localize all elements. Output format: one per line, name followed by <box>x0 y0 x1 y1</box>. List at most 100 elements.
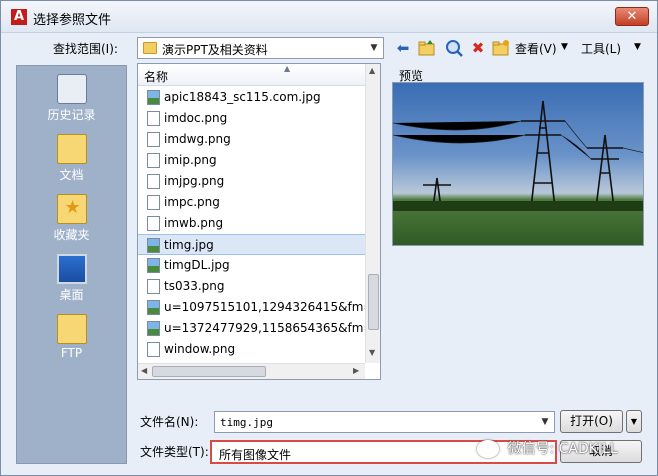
place-ftp[interactable]: FTP <box>17 314 126 360</box>
place-history[interactable]: 历史记录 <box>17 74 126 123</box>
history-icon <box>56 74 87 104</box>
file-row[interactable]: apic18843_sc115.com.jpg <box>138 87 365 108</box>
look-in-value: 演示PPT及相关资料 <box>162 43 268 57</box>
look-in-label: 查找范围(I): <box>53 42 118 56</box>
file-row[interactable]: imdwg.png <box>138 129 365 150</box>
new-folder-icon[interactable] <box>491 38 511 58</box>
horizontal-scrollbar[interactable]: ◀ ▶ <box>138 363 365 379</box>
image-file-icon <box>147 321 160 336</box>
scroll-down-icon[interactable]: ▼ <box>369 348 375 357</box>
file-row[interactable]: imjpg.png <box>138 171 365 192</box>
name-column-header[interactable]: 名称 ▲ <box>138 64 365 86</box>
file-name: timg.jpg <box>164 238 214 252</box>
look-in-dropdown[interactable]: 演示PPT及相关资料 ▼ <box>137 37 384 59</box>
file-name: imdwg.png <box>164 132 231 146</box>
file-row[interactable]: window.png <box>138 339 365 360</box>
filetype-label: 文件类型(T): <box>140 445 209 459</box>
place-label: FTP <box>60 346 83 360</box>
file-icon <box>147 174 160 189</box>
filename-value: timg.jpg <box>220 416 273 429</box>
open-button[interactable]: 打开(O) <box>560 410 623 433</box>
file-name: window.png <box>164 342 236 356</box>
file-row[interactable]: timg.jpg <box>138 234 365 255</box>
file-name: impc.png <box>164 195 220 209</box>
view-dropdown-icon[interactable]: ▼ <box>561 42 568 52</box>
delete-icon[interactable]: ✖ <box>468 38 488 58</box>
chevron-down-icon[interactable]: ▼ <box>538 415 552 429</box>
close-button[interactable]: ✕ <box>615 7 649 26</box>
file-icon <box>147 279 160 294</box>
image-file-icon <box>147 258 160 273</box>
file-row[interactable]: imwb.png <box>138 213 365 234</box>
file-row[interactable]: imip.png <box>138 150 365 171</box>
preview-image <box>392 82 644 246</box>
place-label: 桌面 <box>59 288 84 302</box>
file-icon <box>147 132 160 147</box>
file-row[interactable]: timgDL.jpg <box>138 255 365 276</box>
file-row[interactable]: impc.png <box>138 192 365 213</box>
power-tower-image <box>393 100 643 211</box>
scroll-left-icon[interactable]: ◀ <box>141 366 147 375</box>
select-reference-file-dialog: A 选择参照文件 ✕ 查找范围(I): 演示PPT及相关资料 ▼ ⬅ ✖ 查看(… <box>0 0 658 476</box>
up-folder-icon[interactable] <box>417 38 437 58</box>
place-label: 收藏夹 <box>53 228 90 242</box>
file-icon <box>147 153 160 168</box>
image-file-icon <box>147 238 160 253</box>
image-file-icon <box>147 300 160 315</box>
favorites-folder-icon <box>56 194 87 224</box>
documents-folder-icon <box>56 134 87 164</box>
folder-icon <box>143 42 157 54</box>
file-list: 名称 ▲ apic18843_sc115.com.jpg imdoc.png imd… <box>137 63 381 380</box>
open-options-dropdown[interactable]: ▼ <box>626 410 642 433</box>
title-bar: A 选择参照文件 ✕ <box>1 1 657 33</box>
file-name: imjpg.png <box>164 174 225 188</box>
chevron-down-icon: ▼ <box>370 43 378 53</box>
place-documents[interactable]: 文档 <box>17 134 126 183</box>
image-file-icon <box>147 90 160 105</box>
scroll-right-icon[interactable]: ▶ <box>353 366 359 375</box>
file-icon <box>147 195 160 210</box>
places-sidebar: 历史记录 文档 收藏夹 桌面 FTP <box>16 65 127 464</box>
file-name: u=1097515101,1294326415&fm=2 <box>164 300 365 314</box>
file-icon <box>147 111 160 126</box>
search-web-icon[interactable] <box>444 38 464 58</box>
watermark-text: 微信号: CADKILL <box>507 441 618 457</box>
file-name: imwb.png <box>164 216 224 230</box>
scroll-up-icon[interactable]: ▲ <box>369 66 375 75</box>
file-row[interactable]: ts033.png <box>138 276 365 297</box>
file-name: imip.png <box>164 153 217 167</box>
desktop-icon <box>56 254 87 284</box>
place-desktop[interactable]: 桌面 <box>17 254 126 303</box>
autocad-logo-icon: A <box>11 9 27 25</box>
sort-ascending-icon: ▲ <box>284 64 291 73</box>
tools-dropdown-icon[interactable]: ▼ <box>634 42 641 52</box>
file-name: ts033.png <box>164 279 225 293</box>
file-name: imdoc.png <box>164 111 228 125</box>
file-row[interactable]: u=1097515101,1294326415&fm=2 <box>138 297 365 318</box>
file-name: timgDL.jpg <box>164 258 230 272</box>
wechat-icon <box>477 440 499 458</box>
place-label: 历史记录 <box>47 108 96 122</box>
file-row[interactable]: imdoc.png <box>138 108 365 129</box>
vertical-scrollbar[interactable]: ▲ ▼ <box>365 64 380 363</box>
file-rows: apic18843_sc115.com.jpg imdoc.png imdwg.pn… <box>138 87 365 360</box>
column-header-label: 名称 <box>144 70 169 84</box>
place-favorites[interactable]: 收藏夹 <box>17 194 126 243</box>
back-arrow-icon[interactable]: ⬅ <box>393 38 413 58</box>
scroll-thumb[interactable] <box>368 274 379 330</box>
tools-menu-button[interactable]: 工具(L) <box>581 40 621 57</box>
scroll-thumb[interactable] <box>152 366 266 377</box>
file-name: u=1372477929,1158654365&fm=2 <box>164 321 365 335</box>
place-label: 文档 <box>59 168 84 182</box>
view-menu-button[interactable]: 查看(V) <box>515 40 557 57</box>
file-row[interactable]: u=1372477929,1158654365&fm=2 <box>138 318 365 339</box>
file-icon <box>147 342 160 357</box>
file-icon <box>147 216 160 231</box>
dialog-title: 选择参照文件 <box>33 13 112 28</box>
filetype-value: 所有图像文件 <box>219 448 292 462</box>
filename-label: 文件名(N): <box>140 415 199 429</box>
filename-input[interactable]: timg.jpg ▼ <box>214 411 555 433</box>
file-name: apic18843_sc115.com.jpg <box>164 90 321 104</box>
wechat-watermark: 微信号: CADKILL <box>477 436 618 462</box>
ftp-icon <box>56 314 87 344</box>
